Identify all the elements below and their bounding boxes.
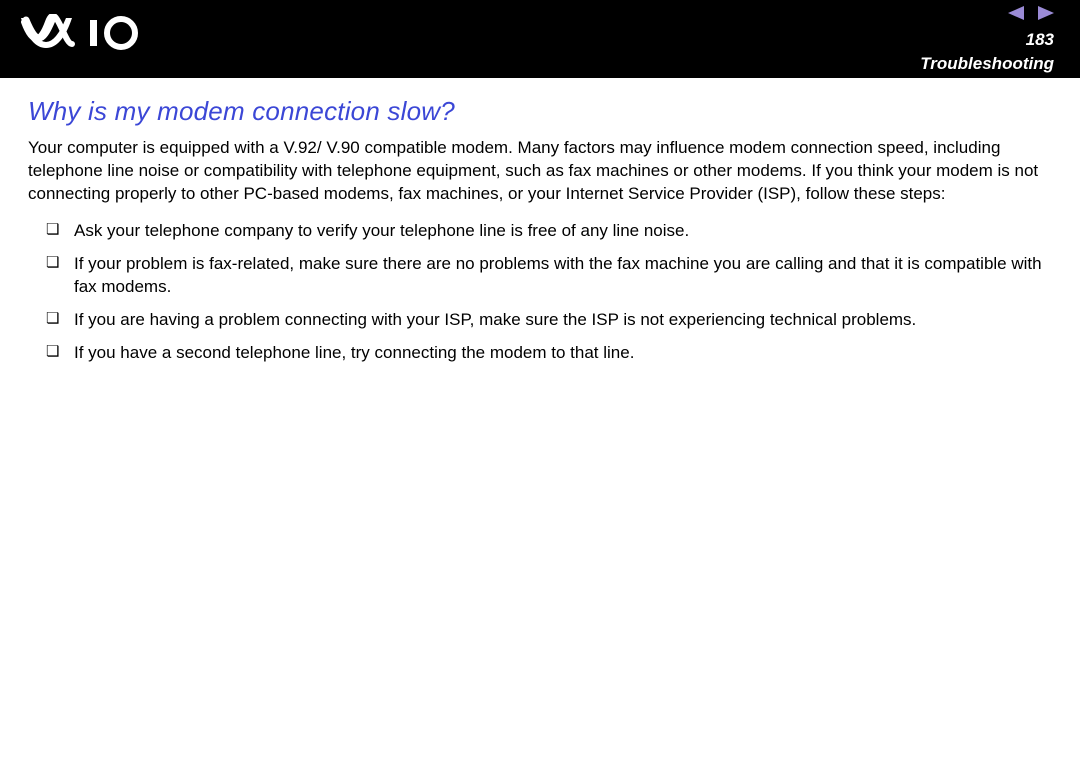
- steps-list: Ask your telephone company to verify you…: [28, 220, 1052, 365]
- prev-page-arrow-icon[interactable]: [1008, 6, 1024, 25]
- vaio-logo: [18, 14, 148, 50]
- list-item: If your problem is fax-related, make sur…: [46, 253, 1052, 299]
- list-item: If you have a second telephone line, try…: [46, 342, 1052, 365]
- next-page-arrow-icon[interactable]: [1038, 6, 1054, 25]
- nav-arrows: [1008, 6, 1054, 25]
- intro-paragraph: Your computer is equipped with a V.92/ V…: [28, 137, 1052, 206]
- section-label: Troubleshooting: [920, 54, 1054, 74]
- page-heading: Why is my modem connection slow?: [28, 96, 1052, 127]
- list-item: Ask your telephone company to verify you…: [46, 220, 1052, 243]
- page-content: Why is my modem connection slow? Your co…: [0, 78, 1080, 365]
- page-header: 183 Troubleshooting: [0, 0, 1080, 78]
- list-item: If you are having a problem connecting w…: [46, 309, 1052, 332]
- page-number: 183: [1026, 30, 1054, 50]
